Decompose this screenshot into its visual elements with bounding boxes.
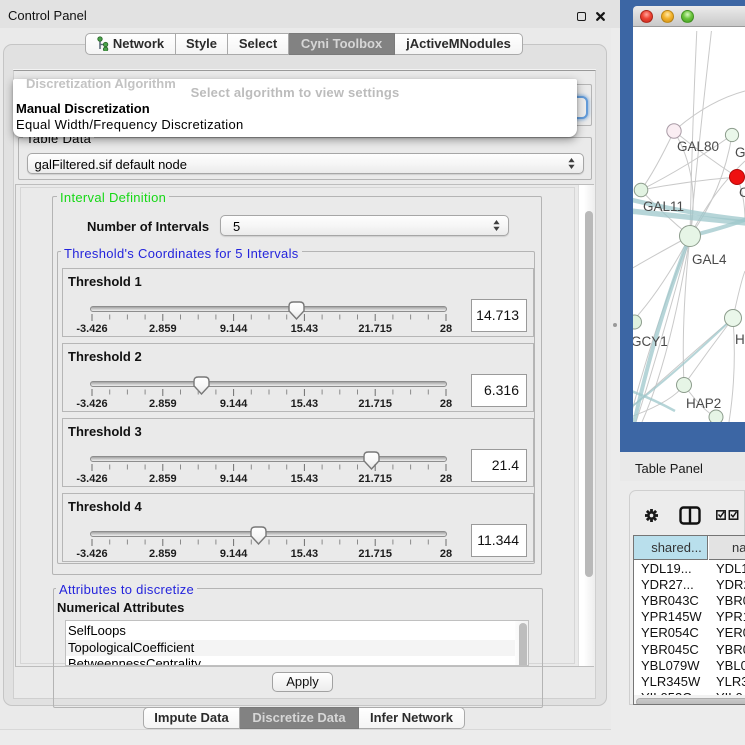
svg-text:-3.426: -3.426 xyxy=(76,473,107,485)
svg-text:15.43: 15.43 xyxy=(291,323,319,335)
svg-text:2.859: 2.859 xyxy=(149,548,177,560)
svg-text:2.859: 2.859 xyxy=(149,473,177,485)
svg-text:9.144: 9.144 xyxy=(220,473,248,485)
svg-text:HAP2: HAP2 xyxy=(686,396,721,411)
svg-text:C: C xyxy=(739,185,745,200)
svg-text:9.144: 9.144 xyxy=(220,548,248,560)
svg-text:GAL4: GAL4 xyxy=(692,252,727,267)
svg-text:21.715: 21.715 xyxy=(358,473,392,485)
svg-text:28: 28 xyxy=(440,473,452,485)
svg-text:9.144: 9.144 xyxy=(220,398,248,410)
svg-text:-3.426: -3.426 xyxy=(76,548,107,560)
svg-text:-3.426: -3.426 xyxy=(76,398,107,410)
svg-text:GA: GA xyxy=(735,145,745,160)
svg-text:28: 28 xyxy=(440,323,452,335)
svg-text:28: 28 xyxy=(440,398,452,410)
svg-text:15.43: 15.43 xyxy=(291,473,319,485)
svg-text:21.715: 21.715 xyxy=(358,398,392,410)
svg-text:21.715: 21.715 xyxy=(358,548,392,560)
svg-text:GCY1: GCY1 xyxy=(633,334,668,349)
svg-text:28: 28 xyxy=(440,548,452,560)
svg-text:GAL11: GAL11 xyxy=(643,199,684,214)
svg-text:15.43: 15.43 xyxy=(291,548,319,560)
svg-text:-3.426: -3.426 xyxy=(76,323,107,335)
svg-text:2.859: 2.859 xyxy=(149,398,177,410)
svg-text:9.144: 9.144 xyxy=(220,323,248,335)
svg-text:GAL80: GAL80 xyxy=(677,139,719,154)
svg-text:15.43: 15.43 xyxy=(291,398,319,410)
svg-text:H: H xyxy=(735,332,745,347)
svg-text:21.715: 21.715 xyxy=(358,323,392,335)
svg-text:2.859: 2.859 xyxy=(149,323,177,335)
